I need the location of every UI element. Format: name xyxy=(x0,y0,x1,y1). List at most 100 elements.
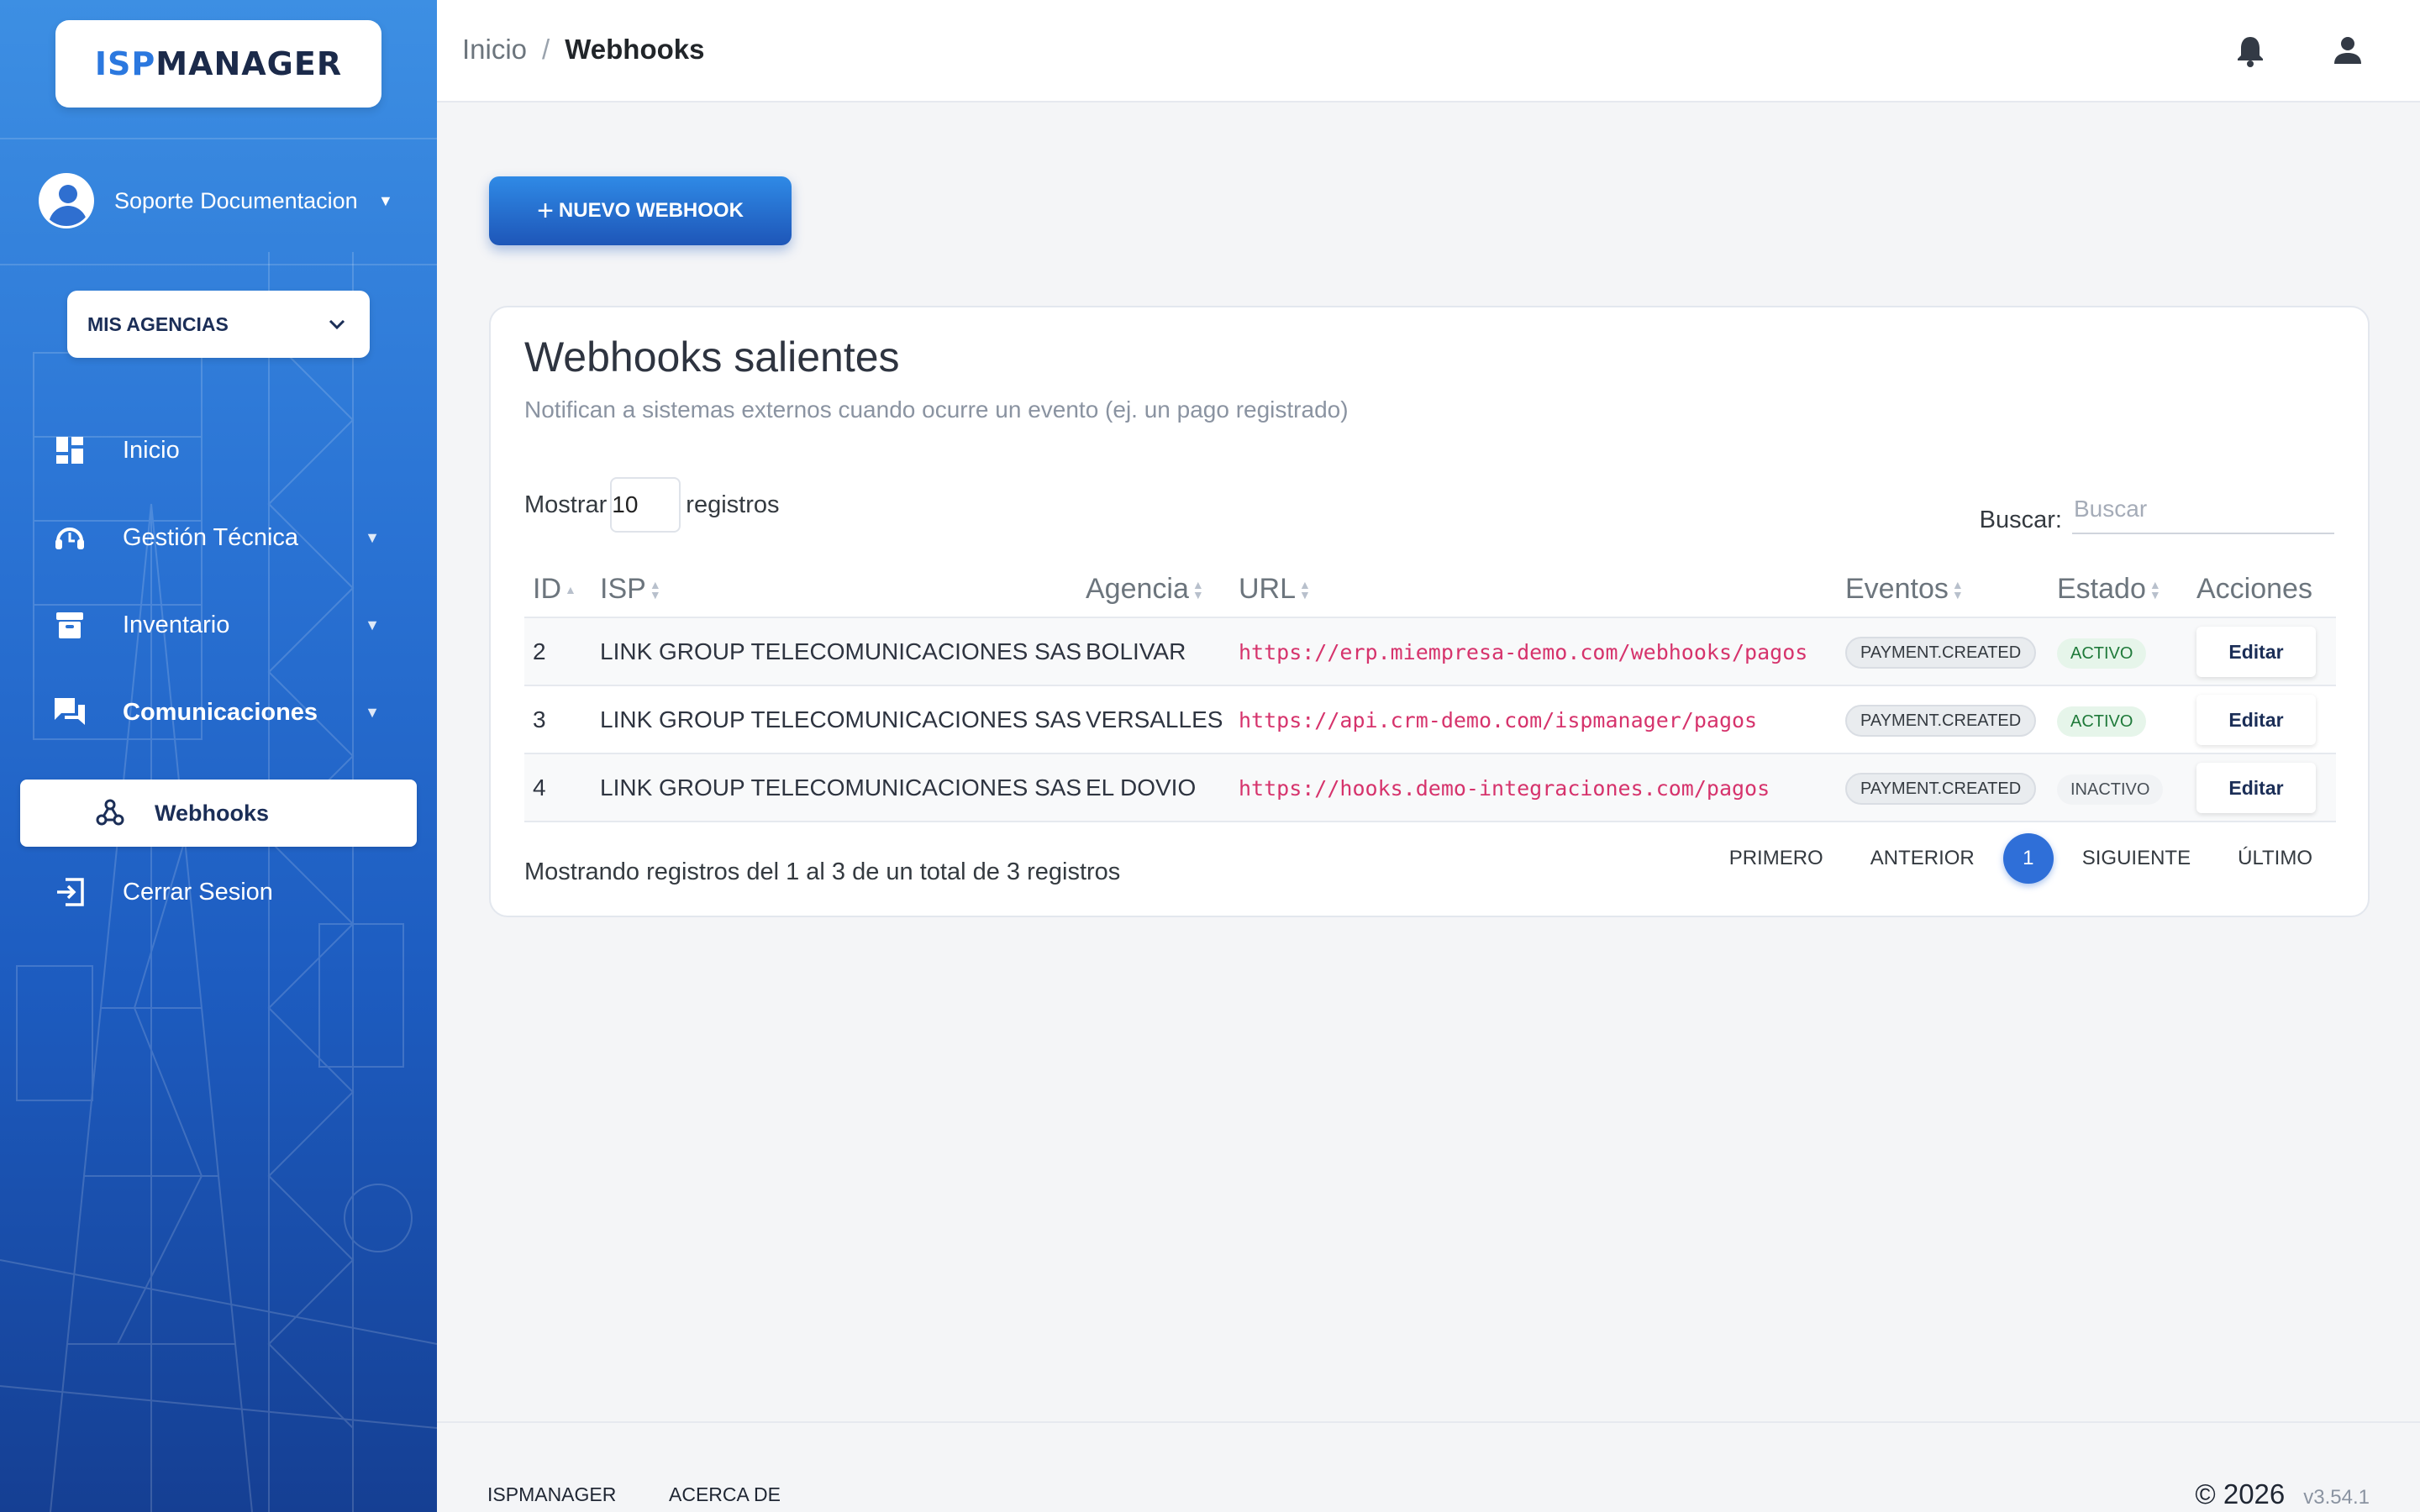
caret-down-icon: ▼ xyxy=(378,192,393,209)
sidebar-item-comunicaciones[interactable]: Comunicaciones ▼ xyxy=(20,679,417,746)
sidebar: ISPMANAGER Soporte Documentacion ▼ MIS A… xyxy=(0,0,437,1512)
cell-agencia: EL DOVIO xyxy=(1086,774,1197,801)
sort-icon: ▲ xyxy=(565,582,576,596)
webhook-icon xyxy=(91,794,129,832)
cell-agencia: VERSALLES xyxy=(1086,706,1223,732)
card-title: Webhooks salientes xyxy=(524,333,900,381)
status-badge: ACTIVO xyxy=(2057,638,2147,669)
bell-icon[interactable] xyxy=(2233,34,2267,67)
copyright-text: © 2026 xyxy=(2195,1478,2286,1509)
footer-divider xyxy=(437,1421,2420,1423)
column-header-agencia[interactable]: Agencia ▲ ▼ xyxy=(1086,573,1204,606)
sidebar-item-inventario[interactable]: Inventario ▼ xyxy=(20,591,417,659)
cell-url: https://hooks.demo-integraciones.com/pag… xyxy=(1239,776,1770,801)
sidebar-item-label: Inicio xyxy=(123,436,180,464)
dashboard-icon xyxy=(50,431,89,470)
event-badge: PAYMENT.CREATED xyxy=(1845,637,2037,669)
new-webhook-button[interactable]: + NUEVO WEBHOOK xyxy=(489,176,792,245)
logout-icon xyxy=(50,873,89,911)
version-text: v3.54.1 xyxy=(2303,1486,2370,1509)
footer-link-acerca-de[interactable]: ACERCA DE xyxy=(669,1483,781,1506)
sort-icon: ▲ ▼ xyxy=(1299,577,1311,601)
show-suffix-label: registros xyxy=(686,491,780,518)
column-header-eventos[interactable]: Eventos ▲ ▼ xyxy=(1845,573,1964,606)
search-control: Buscar: Buscar xyxy=(1980,484,2334,534)
column-header-acciones: Acciones xyxy=(2196,573,2312,605)
status-badge: INACTIVO xyxy=(2057,774,2164,805)
pagination-next[interactable]: SIGUIENTE xyxy=(2082,847,2191,870)
sidebar-item-inicio[interactable]: Inicio xyxy=(20,417,417,484)
pagination-page-current[interactable]: 1 xyxy=(2002,833,2054,884)
user-profile-icon[interactable] xyxy=(2331,34,2365,67)
event-badge: PAYMENT.CREATED xyxy=(1845,705,2037,737)
cell-url: https://erp.miempresa-demo.com/webhooks/… xyxy=(1239,640,1808,664)
column-header-estado[interactable]: Estado ▲ ▼ xyxy=(2057,573,2161,606)
webhooks-table: ID ▲ ISP ▲ ▼ Agencia ▲ ▼ URL ▲ ▼ Eventos ▲ ▼ Esta… xyxy=(524,559,2336,822)
caret-down-icon: ▼ xyxy=(365,616,380,633)
edit-button[interactable]: Editar xyxy=(2196,763,2316,813)
event-badge: PAYMENT.CREATED xyxy=(1845,773,2037,805)
agency-dropdown-label: MIS AGENCIAS xyxy=(87,312,229,335)
breadcrumb-home-link[interactable]: Inicio xyxy=(462,34,527,66)
pagination-last[interactable]: ÚLTIMO xyxy=(2238,847,2312,870)
caret-down-icon: ▼ xyxy=(365,528,380,546)
pagination-previous[interactable]: ANTERIOR xyxy=(1870,847,1975,870)
breadcrumb-current: Webhooks xyxy=(565,34,705,65)
breadcrumb-separator: / xyxy=(542,34,550,65)
top-header: Inicio / Webhooks xyxy=(437,0,2420,102)
sidebar-divider xyxy=(0,264,437,265)
plus-icon: + xyxy=(537,194,554,227)
show-prefix-label: Mostrar xyxy=(524,491,608,518)
sort-icon: ▲ ▼ xyxy=(649,577,661,601)
sidebar-item-gestion-tecnica[interactable]: Gestión Técnica ▼ xyxy=(20,504,417,571)
webhooks-card: Webhooks salientes Notifican a sistemas … xyxy=(489,306,2370,917)
sort-icon: ▲ ▼ xyxy=(1951,577,1964,601)
sidebar-divider xyxy=(0,138,437,139)
column-header-isp[interactable]: ISP ▲ ▼ xyxy=(600,573,661,606)
sidebar-item-label: Gestión Técnica xyxy=(123,523,299,551)
cell-id: 3 xyxy=(533,706,546,732)
search-input[interactable]: Buscar xyxy=(2072,484,2334,534)
new-webhook-button-label: NUEVO WEBHOOK xyxy=(558,199,744,222)
user-menu[interactable]: Soporte Documentacion ▼ xyxy=(39,173,408,228)
card-subtitle: Notifican a sistemas externos cuando ocu… xyxy=(524,396,1349,423)
cell-id: 4 xyxy=(533,774,546,801)
footer-link-ispmanager[interactable]: ISPMANAGER xyxy=(487,1483,616,1506)
logo-isp-text: ISP xyxy=(94,45,156,82)
sidebar-item-label: Comunicaciones xyxy=(123,698,318,726)
user-name: Soporte Documentacion xyxy=(114,187,358,213)
sidebar-item-webhooks[interactable]: Webhooks xyxy=(20,780,417,847)
sort-icon: ▲ ▼ xyxy=(1192,577,1204,601)
chat-bubbles-icon xyxy=(50,693,89,732)
avatar xyxy=(39,173,94,228)
page-length-select[interactable]: 10 xyxy=(610,477,681,533)
agency-dropdown[interactable]: MIS AGENCIAS xyxy=(67,291,370,358)
table-row: 4 LINK GROUP TELECOMUNICACIONES SAS EL D… xyxy=(524,754,2336,822)
cell-isp: LINK GROUP TELECOMUNICACIONES SAS xyxy=(600,706,1082,732)
sidebar-item-label: Inventario xyxy=(123,611,230,638)
cell-isp: LINK GROUP TELECOMUNICACIONES SAS xyxy=(600,638,1082,664)
cell-url: https://api.crm-demo.com/ispmanager/pago… xyxy=(1239,708,1758,732)
column-header-id[interactable]: ID ▲ xyxy=(533,573,576,606)
sidebar-item-label: Cerrar Sesion xyxy=(123,878,273,906)
cell-isp: LINK GROUP TELECOMUNICACIONES SAS xyxy=(600,774,1082,801)
archive-box-icon xyxy=(50,606,89,644)
cell-agencia: BOLIVAR xyxy=(1086,638,1186,664)
edit-button[interactable]: Editar xyxy=(2196,695,2316,745)
footer-meta: © 2026 v3.54.1 xyxy=(2195,1478,2370,1510)
caret-down-icon: ▼ xyxy=(365,703,380,721)
sidebar-item-cerrar-sesion[interactable]: Cerrar Sesion xyxy=(20,858,417,926)
pagination-first[interactable]: PRIMERO xyxy=(1729,847,1823,870)
pagination: PRIMERO ANTERIOR 1 SIGUIENTE ÚLTIMO xyxy=(1682,833,2312,884)
sidebar-item-label: Webhooks xyxy=(155,800,270,826)
table-info: Mostrando registros del 1 al 3 de un tot… xyxy=(524,858,1121,885)
table-header: ID ▲ ISP ▲ ▼ Agencia ▲ ▼ URL ▲ ▼ Eventos ▲ ▼ Esta… xyxy=(524,559,2336,618)
search-label: Buscar: xyxy=(1979,507,2062,533)
table-row: 3 LINK GROUP TELECOMUNICACIONES SAS VERS… xyxy=(524,686,2336,754)
edit-button[interactable]: Editar xyxy=(2196,627,2316,677)
page-length-control: Mostrar 10 registros xyxy=(524,477,780,533)
sort-icon: ▲ ▼ xyxy=(2149,577,2161,601)
app-logo[interactable]: ISPMANAGER xyxy=(55,20,381,108)
cell-id: 2 xyxy=(533,638,546,664)
column-header-url[interactable]: URL ▲ ▼ xyxy=(1239,573,1311,606)
